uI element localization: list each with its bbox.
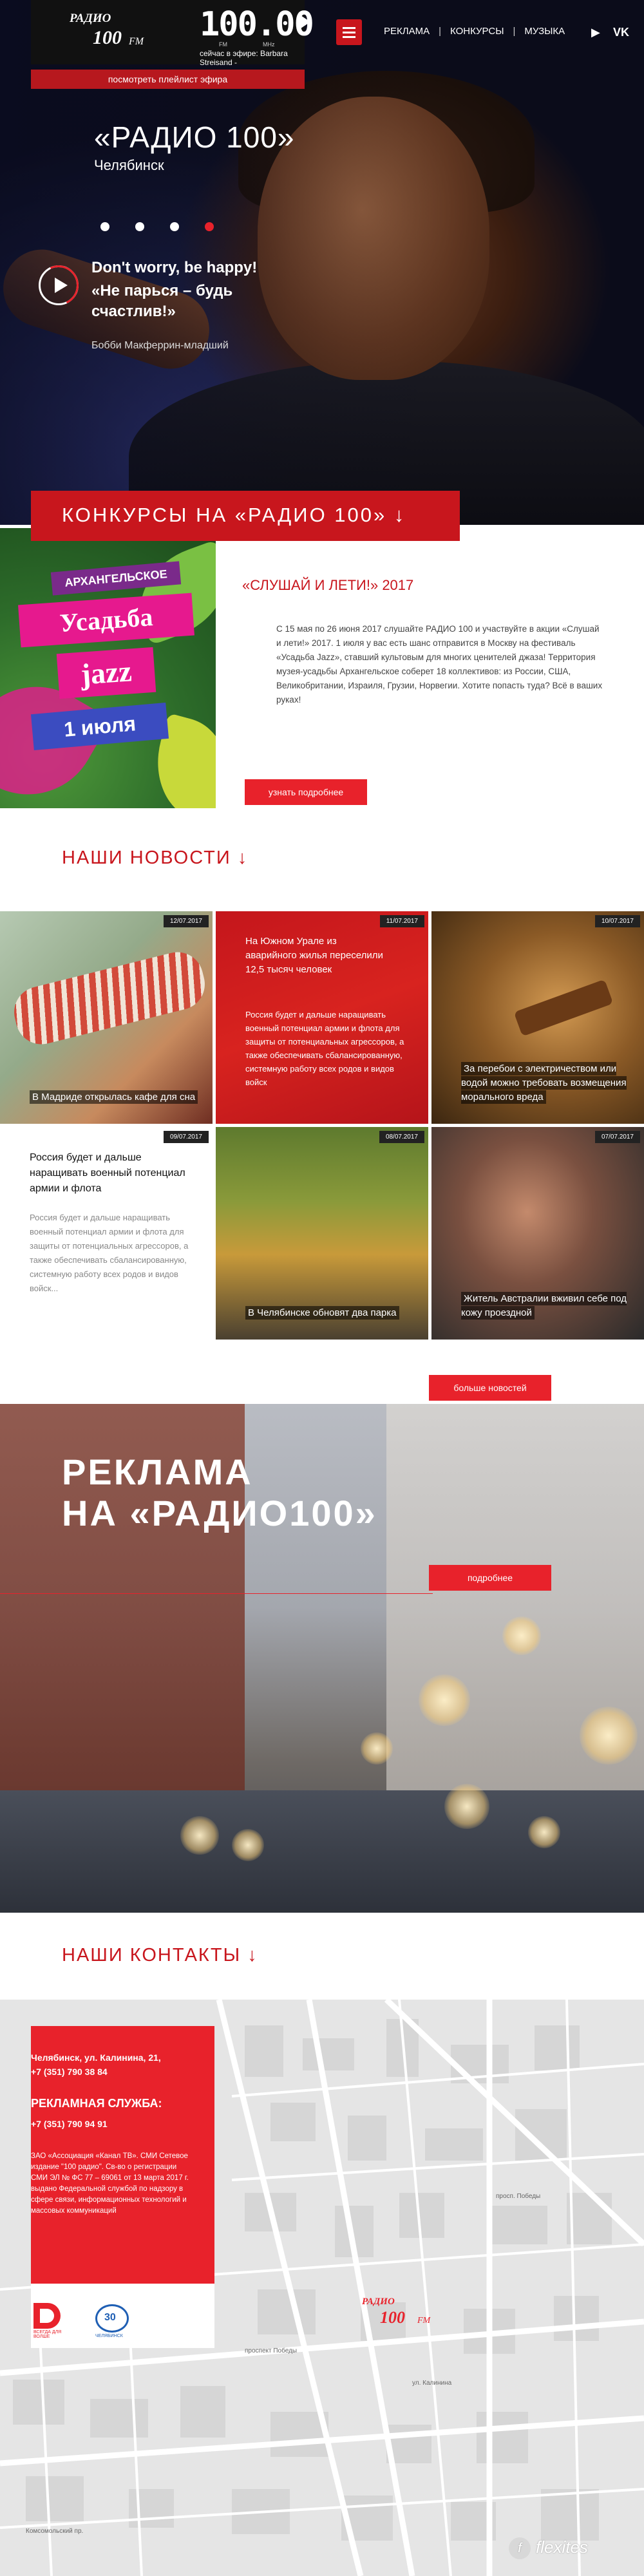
more-news-button[interactable]: больше новостей	[429, 1375, 551, 1401]
ads-more-button[interactable]: подробнее	[429, 1565, 551, 1591]
player-box: РАДИО 100 FM 100.00 FM MHz сейчас в эфир…	[31, 0, 314, 67]
news-card[interactable]: 08/07.2017 В Челябинске обновят два парк…	[216, 1127, 428, 1340]
contact-address: Челябинск, ул. Калинина, 21,	[31, 2052, 161, 2063]
news-date: 10/07.2017	[594, 915, 640, 927]
news-title: За перебои с электричеством или водой мо…	[461, 1062, 627, 1104]
chelyabinsk-30-logo[interactable]: 30 ЧЕЛЯБИНСК	[95, 2304, 134, 2343]
radio-logo[interactable]: РАДИО 100 FM	[70, 8, 147, 57]
contact-card: Челябинск, ул. Калинина, 21, +7 (351) 79…	[31, 2026, 214, 2284]
now-on-air-text: сейчас в эфире: Barbara Streisand -	[200, 49, 288, 67]
news-title: В Челябинске обновят два парка	[245, 1306, 399, 1320]
news-section-title: НАШИ НОВОСТИ ↓	[62, 848, 249, 868]
news-date: 09/07.2017	[163, 1131, 209, 1143]
banner-text-line3: jazz	[56, 647, 156, 699]
song-title-ru: «Не парься – будь счастлив!»	[91, 282, 233, 320]
contest-more-button[interactable]: узнать подробнее	[245, 779, 367, 805]
play-icon	[55, 278, 68, 293]
hero-city: Челябинск	[94, 157, 164, 173]
flexites-watermark: f flexites	[509, 2537, 588, 2560]
news-title: На Южном Урале из аварийного жилья перес…	[245, 936, 383, 975]
slider-dot-1[interactable]	[100, 222, 109, 231]
street-label: просп. Победы	[496, 2193, 541, 2200]
slider-dot-4[interactable]	[205, 222, 214, 231]
legal-info: ЗАО «Ассоциация «Канал ТВ». СМИ Сетевое …	[31, 2152, 189, 2215]
playlist-button[interactable]: посмотреть плейлист эфира	[31, 70, 305, 89]
frequency-display: 100.00	[200, 5, 314, 44]
domashny-logo[interactable]: ВСЕГДА ДЛЯ ВОЛШЕ	[33, 2303, 66, 2339]
vk-icon[interactable]: VK	[613, 26, 629, 39]
news-card[interactable]: 11/07.2017 На Южном Урале из аварийного …	[216, 911, 428, 1124]
gavel-image	[513, 979, 614, 1037]
contest-description: С 15 мая по 26 июня 2017 слушайте РАДИО …	[276, 624, 603, 705]
news-title: Житель Австралии вживил себе под кожу пр…	[461, 1292, 627, 1320]
news-date: 12/07.2017	[163, 915, 209, 927]
street-label: Комсомольский пр.	[26, 2528, 84, 2535]
slider-dot-2[interactable]	[135, 222, 144, 231]
hamburger-menu-icon[interactable]	[336, 19, 362, 45]
song-artist: Бобби Макферрин-младший	[91, 340, 229, 351]
play-track-button[interactable]	[39, 265, 79, 305]
hero-title: «РАДИО 100»	[94, 120, 295, 154]
news-card[interactable]: 12/07.2017 В Мадриде открылась кафе для …	[0, 911, 213, 1124]
contacts-section-title: НАШИ КОНТАКТЫ ↓	[62, 1945, 258, 1965]
news-date: 11/07.2017	[379, 915, 424, 927]
nav-item-music[interactable]: МУЗЫКА	[524, 26, 565, 37]
youtube-icon[interactable]: ▶	[591, 26, 600, 39]
news-date: 07/07.2017	[594, 1131, 640, 1143]
partner-logos: ВСЕГДА ДЛЯ ВОЛШЕ 30 ЧЕЛЯБИНСК	[31, 2284, 214, 2348]
freq-mhz-label: MHz	[263, 41, 275, 48]
nav-item-ads[interactable]: РЕКЛАМА	[384, 26, 430, 37]
news-card[interactable]: 10/07.2017 За перебои с электричеством и…	[431, 911, 644, 1124]
news-date: 08/07.2017	[379, 1131, 424, 1143]
contest-heading: «СЛУШАЙ И ЛЕТИ!» 2017	[242, 577, 414, 593]
arrow-down-icon: ↓	[237, 848, 249, 868]
street-label: проспект Победы	[245, 2347, 298, 2354]
top-nav: РЕКЛАМА | КОНКУРСЫ | МУЗЫКА	[384, 26, 565, 37]
contests-section-title: КОНКУРСЫ НА «РАДИО 100» ↓	[62, 504, 406, 526]
flexites-logo-icon: f	[509, 2537, 531, 2560]
news-excerpt: Россия будет и дальше наращивать военный…	[30, 1213, 189, 1293]
freq-fm-label: FM	[219, 41, 227, 48]
nav-item-contests[interactable]: КОНКУРСЫ	[450, 26, 504, 37]
contact-phone[interactable]: +7 (351) 790 38 84	[31, 2065, 214, 2079]
ads-service-phone[interactable]: +7 (351) 790 94 91	[31, 2119, 108, 2129]
song-title-en: Don't worry, be happy!	[91, 259, 258, 276]
map-marker-radio-logo[interactable]: РАДИО 100 FM	[361, 2293, 444, 2344]
street-label: ул. Калинина	[412, 2380, 452, 2387]
news-card[interactable]: 09/07.2017 Россия будет и дальше наращив…	[0, 1127, 213, 1340]
news-title: В Мадриде открылась кафе для сна	[30, 1090, 198, 1104]
divider	[0, 1593, 433, 1594]
ads-title: РЕКЛАМА НА «РАДИО100»	[62, 1452, 377, 1533]
ads-service-label: РЕКЛАМНАЯ СЛУЖБА:	[31, 2097, 162, 2110]
contest-banner-image[interactable]: АРХАНГЕЛЬСКОЕ Усадьба jazz 1 июля	[0, 528, 216, 808]
news-card[interactable]: 07/07.2017 Житель Австралии вживил себе …	[431, 1127, 644, 1340]
arrow-down-icon: ↓	[247, 1945, 258, 1965]
arrow-down-icon: ↓	[393, 504, 406, 526]
news-title: Россия будет и дальше наращивать военный…	[30, 1152, 185, 1194]
news-excerpt: Россия будет и дальше наращивать военный…	[245, 1010, 404, 1087]
slider-dot-3[interactable]	[170, 222, 179, 231]
play-icon[interactable]	[299, 14, 310, 30]
